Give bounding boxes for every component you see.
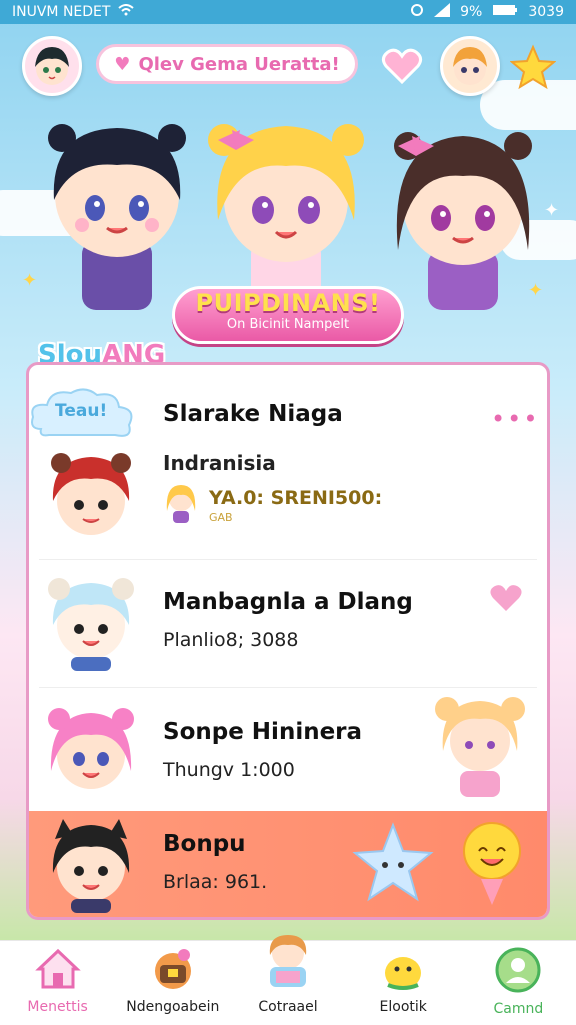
bottom-tab-bar: Menettis Ndengoabein Cotraael Elootik Ca… [0, 935, 576, 1025]
player-score: Planlio8; 3088 [163, 629, 299, 651]
player-score: Brlaa: 961. [163, 871, 268, 893]
home-icon [34, 947, 81, 995]
divider [39, 687, 537, 688]
tab-label: Cotraael [258, 999, 318, 1015]
top-bar: ♥ Qlev Gema Ueratta! [0, 36, 576, 96]
carrier-label: INUVM NEDET [12, 4, 111, 20]
event-title: PUIPDINANS! [195, 289, 381, 317]
star-mascot-icon [351, 821, 435, 909]
game-title: Qlev Gema Ueratta! [138, 53, 340, 75]
list-item[interactable]: Sonpe Hininera Thungv 1:000 [29, 691, 547, 815]
battery-icon [492, 4, 518, 20]
tab-label: Camnd [493, 1001, 544, 1017]
event-subtitle: On Bicinit Nampelt [226, 317, 350, 332]
tab-label: Ndengoabein [126, 999, 220, 1015]
tab-profile[interactable]: Camnd [461, 941, 576, 1025]
player-name: Manbagnla a Dlang [163, 589, 413, 615]
player-score: Thungv 1:000 [163, 759, 295, 781]
ranking-list-panel: Teau! Slarake Niaga Indranisia YA.0: SRE… [26, 362, 550, 920]
alarm-icon [410, 3, 424, 21]
list-item-highlighted[interactable]: Bonpu Brlaa: 961. [29, 811, 547, 917]
sparkle-icon: ✦ [544, 200, 560, 221]
player-name: Sonpe Hininera [163, 719, 363, 745]
more-options-icon[interactable]: ••• [491, 405, 539, 433]
creature-icon [380, 947, 426, 995]
hero-character-blonde [196, 110, 376, 314]
tab-creature[interactable]: Elootik [346, 941, 461, 1025]
sparkle-icon: ✦ [22, 270, 38, 291]
hero-character-brown-hair [378, 120, 548, 324]
blonde-chibi-sticker-icon [425, 691, 535, 805]
player-avatar-button[interactable] [22, 36, 82, 96]
tab-character[interactable]: Cotraael [230, 935, 345, 1025]
tab-label: Menettis [27, 999, 88, 1015]
wifi-icon [118, 4, 135, 20]
event-badge-button[interactable]: PUIPDINANS! On Bicinit Nampelt [172, 286, 404, 344]
list-item[interactable]: Manbagnla a Dlang Planlio8; 3088 [29, 561, 547, 685]
tab-chest[interactable]: Ndengoabein [115, 941, 230, 1025]
mini-avatar-icon [163, 481, 199, 525]
tab-label: Elootik [379, 999, 427, 1015]
tag-label: Teau! [55, 401, 108, 421]
signal-icon [434, 3, 451, 21]
clock: 3039 [528, 4, 564, 20]
list-item[interactable]: Teau! Slarake Niaga Indranisia YA.0: SRE… [29, 365, 547, 555]
red-hair-bear-avatar-icon [41, 445, 141, 545]
sparkle-icon: ✦ [528, 280, 544, 301]
favorites-button[interactable] [380, 46, 424, 86]
friend-avatar-button[interactable] [440, 36, 500, 96]
tag-cloud: Teau! [29, 385, 139, 445]
game-title-banner: ♥ Qlev Gema Ueratta! [96, 44, 358, 84]
heart-icon: ♥ [114, 53, 131, 75]
dark-hair-cat-avatar-icon [41, 813, 141, 913]
tab-home[interactable]: Menettis [0, 941, 115, 1025]
player-name: Bonpu [163, 831, 246, 857]
player-country: Indranisia [163, 451, 276, 475]
star-icon[interactable] [509, 44, 557, 90]
sun-mascot-icon [457, 817, 527, 911]
reward-text: YA.0: SRENI500: [209, 487, 383, 509]
heart-sticker-icon [489, 583, 523, 617]
pink-hair-bear-avatar-icon [41, 701, 141, 801]
battery-percent: 9% [460, 4, 483, 20]
profile-icon [494, 947, 542, 997]
reward-small: GAB [209, 511, 233, 524]
character-icon [260, 931, 316, 995]
status-bar: INUVM NEDET 9% 3039 [0, 0, 576, 24]
divider [39, 559, 537, 560]
chest-icon [148, 947, 198, 995]
player-name: Slarake Niaga [163, 401, 343, 427]
blue-hair-bear-avatar-icon [41, 571, 141, 671]
